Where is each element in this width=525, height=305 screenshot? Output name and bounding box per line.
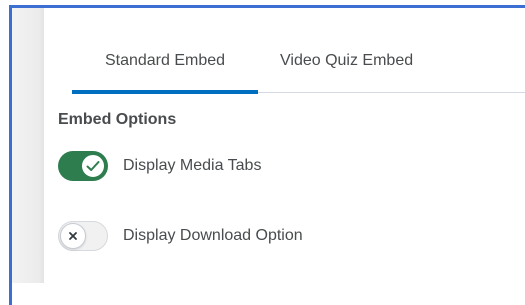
- option-display-media-tabs: Display Media Tabs: [58, 149, 261, 183]
- tab-standard-embed-label: Standard Embed: [104, 52, 226, 69]
- left-gutter: [12, 8, 44, 283]
- embed-tabs: Standard Embed Video Quiz Embed: [72, 46, 525, 94]
- display-media-tabs-toggle[interactable]: [58, 151, 108, 181]
- active-tab-indicator: [72, 90, 258, 94]
- option-display-download: Display Download Option: [58, 219, 303, 253]
- display-download-option-label: Display Download Option: [123, 227, 303, 244]
- checkmark-icon: [86, 161, 100, 171]
- tab-standard-embed[interactable]: Standard Embed: [72, 46, 258, 94]
- toggle-knob: [80, 153, 106, 179]
- x-icon: [69, 232, 77, 240]
- display-download-option-toggle[interactable]: [58, 221, 108, 251]
- tab-video-quiz-embed[interactable]: Video Quiz Embed: [280, 46, 442, 92]
- toggle-knob: [60, 223, 86, 249]
- display-media-tabs-label: Display Media Tabs: [123, 157, 262, 174]
- embed-options-heading: Embed Options: [58, 111, 177, 128]
- tab-video-quiz-embed-label: Video Quiz Embed: [280, 52, 414, 69]
